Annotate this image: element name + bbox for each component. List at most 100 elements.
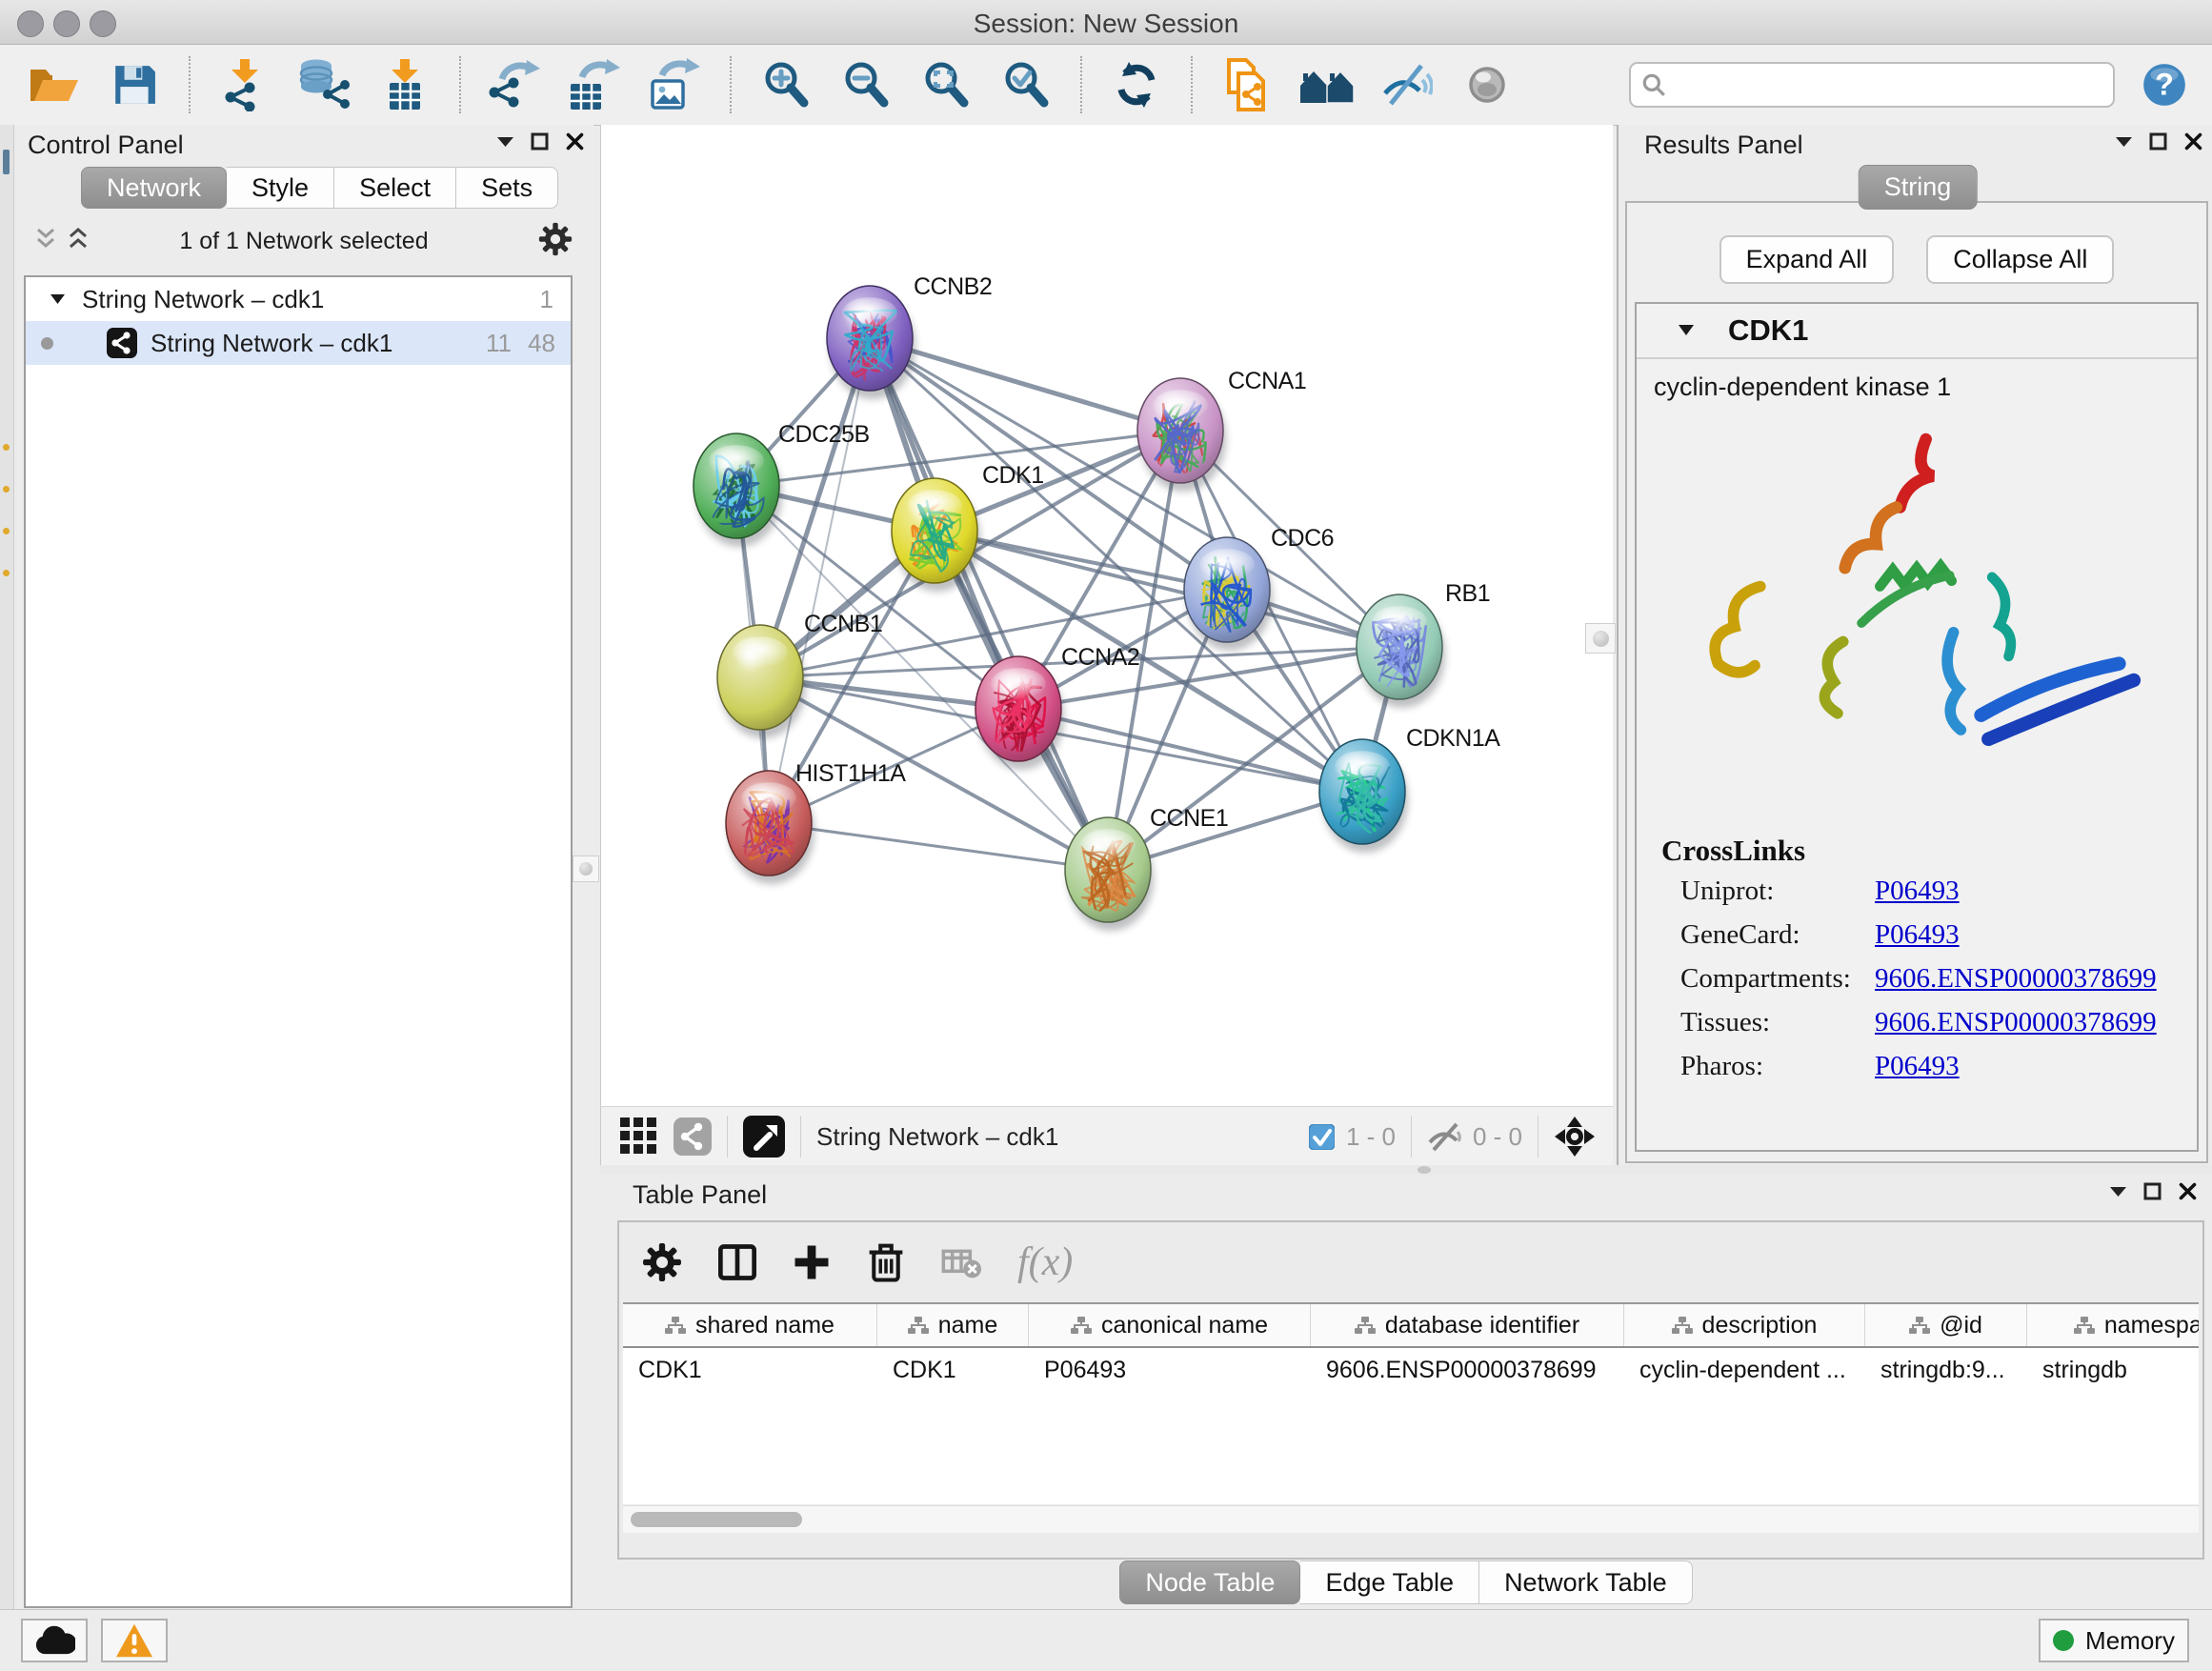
horizontal-splitter[interactable]	[600, 1165, 2212, 1175]
network-node-CCNA1[interactable]	[1137, 378, 1223, 483]
collapse-all-button[interactable]: Collapse All	[1926, 235, 2114, 284]
cloud-button[interactable]	[21, 1619, 88, 1662]
column-header-name[interactable]: name	[877, 1304, 1029, 1346]
grid-view-icon[interactable]	[620, 1117, 658, 1156]
hidden-eye-icon[interactable]	[1427, 1121, 1461, 1152]
node-section-header[interactable]: CDK1	[1637, 304, 2197, 359]
left-splitter-handle[interactable]	[573, 856, 599, 882]
panel-collapse-icon[interactable]	[497, 137, 513, 147]
network-node-CCNB1[interactable]	[717, 625, 803, 730]
network-collection-row[interactable]: String Network – cdk1 1	[26, 277, 571, 321]
cell-name[interactable]: CDK1	[877, 1357, 1029, 1384]
function-builder-icon[interactable]: f(x)	[1017, 1239, 1073, 1285]
cell-database-identifier[interactable]: 9606.ENSP00000378699	[1311, 1357, 1624, 1384]
column-header-database-identifier[interactable]: database identifier	[1311, 1304, 1624, 1346]
network-node-CDK1[interactable]	[892, 478, 977, 583]
clipboard-network-button[interactable]	[1217, 54, 1277, 115]
column-header-shared-name[interactable]: shared name	[623, 1304, 877, 1346]
table-gear-icon[interactable]	[642, 1242, 682, 1282]
home-pair-button[interactable]	[1297, 54, 1357, 115]
zoom-in-button[interactable]	[756, 54, 815, 115]
memory-button[interactable]: Memory	[2039, 1619, 2189, 1662]
tab-node-table[interactable]: Node Table	[1119, 1560, 1300, 1604]
network-graph[interactable]: CCNB2CCNA1CDC25BCDK1CDC6RB1CCNB1CCNA2CDK…	[601, 125, 1613, 1106]
panel-collapse-icon[interactable]	[2110, 1187, 2126, 1197]
panel-float-icon[interactable]	[531, 132, 549, 151]
pan-crosshair-icon[interactable]	[1554, 1116, 1596, 1158]
crosslink-link[interactable]: P06493	[1875, 876, 1960, 907]
save-session-button[interactable]	[105, 54, 164, 115]
zoom-selected-button[interactable]	[996, 54, 1056, 115]
network-node-RB1[interactable]	[1357, 594, 1442, 699]
panel-float-icon[interactable]	[2143, 1182, 2162, 1200]
cell-canonical-name[interactable]: P06493	[1029, 1357, 1311, 1384]
scrollbar-thumb[interactable]	[631, 1512, 802, 1527]
expand-all-button[interactable]: Expand All	[1719, 235, 1895, 284]
help-button[interactable]: ?	[2140, 54, 2189, 115]
network-node-CDKN1A[interactable]	[1319, 739, 1405, 844]
import-network-file-button[interactable]	[215, 54, 274, 115]
panel-collapse-icon[interactable]	[2116, 137, 2132, 147]
network-node-CCNB2[interactable]	[827, 286, 913, 391]
detail-orb-button[interactable]	[1458, 54, 1517, 115]
crosslink-link[interactable]: P06493	[1875, 1051, 1960, 1082]
table-row[interactable]: CDK1CDK1P064939606.ENSP00000378699cyclin…	[623, 1348, 2199, 1392]
zoom-out-button[interactable]	[836, 54, 895, 115]
section-collapse-icon[interactable]	[1679, 325, 1694, 335]
tab-network-table[interactable]: Network Table	[1479, 1560, 1693, 1604]
network-canvas[interactable]: CCNB2CCNA1CDC25BCDK1CDC6RB1CCNB1CCNA2CDK…	[600, 125, 1613, 1106]
right-splitter-handle[interactable]	[1585, 623, 1616, 654]
splitter-knob[interactable]	[1418, 1166, 1431, 1174]
add-column-icon[interactable]	[793, 1243, 831, 1281]
tab-network[interactable]: Network	[81, 167, 227, 209]
panel-close-icon[interactable]	[2179, 1182, 2197, 1200]
string-view-icon[interactable]	[674, 1117, 712, 1156]
tab-sets[interactable]: Sets	[456, 167, 558, 209]
birdseye-icon[interactable]	[743, 1116, 785, 1158]
gear-icon[interactable]	[538, 222, 573, 256]
zoom-fit-button[interactable]	[916, 54, 975, 115]
open-folder-icon	[28, 63, 81, 107]
panel-close-icon[interactable]	[2184, 132, 2202, 151]
tab-style[interactable]: Style	[227, 167, 334, 209]
crosslink-link[interactable]: 9606.ENSP00000378699	[1875, 1007, 2157, 1038]
toolbar-separator	[1080, 56, 1082, 113]
column-header-namespace[interactable]: namespace	[2027, 1304, 2199, 1346]
cell-description[interactable]: cyclin-dependent ...	[1624, 1357, 1865, 1384]
dock-marker[interactable]	[3, 150, 10, 174]
network-row-selected[interactable]: String Network – cdk1 11 48	[26, 321, 571, 365]
cell-namespace[interactable]: stringdb	[2027, 1357, 2199, 1384]
network-node-CCNE1[interactable]	[1065, 817, 1151, 922]
tab-edge-table[interactable]: Edge Table	[1300, 1560, 1479, 1604]
panel-close-icon[interactable]	[566, 132, 584, 151]
refresh-button[interactable]	[1107, 54, 1166, 115]
tree-expand-icon[interactable]	[50, 294, 65, 304]
import-network-database-button[interactable]	[295, 54, 354, 115]
column-header-description[interactable]: description	[1624, 1304, 1865, 1346]
delete-table-icon[interactable]	[941, 1246, 981, 1278]
column-header--id[interactable]: @id	[1865, 1304, 2027, 1346]
export-network-button[interactable]	[486, 54, 545, 115]
network-node-CDC6[interactable]	[1184, 537, 1270, 642]
panel-float-icon[interactable]	[2149, 132, 2167, 151]
export-image-button[interactable]	[646, 54, 705, 115]
delete-column-icon[interactable]	[867, 1241, 905, 1283]
network-node-CDC25B[interactable]	[694, 433, 779, 538]
show-columns-icon[interactable]	[718, 1243, 756, 1281]
table-hscrollbar[interactable]	[623, 1505, 2199, 1533]
network-node-CCNA2[interactable]	[975, 656, 1061, 761]
crosslink-link[interactable]: 9606.ENSP00000378699	[1875, 963, 2157, 995]
crosslink-link[interactable]: P06493	[1875, 919, 1960, 951]
open-session-button[interactable]	[25, 54, 84, 115]
selected-checkbox-icon[interactable]	[1309, 1124, 1335, 1150]
column-header-canonical-name[interactable]: canonical name	[1029, 1304, 1311, 1346]
warnings-button[interactable]	[101, 1619, 168, 1662]
search-input[interactable]	[1667, 70, 2103, 99]
tab-select[interactable]: Select	[334, 167, 456, 209]
tab-string[interactable]: String	[1859, 165, 1978, 210]
cell--id[interactable]: stringdb:9...	[1865, 1357, 2027, 1384]
import-table-button[interactable]	[375, 54, 434, 115]
hide-labels-button[interactable]	[1377, 54, 1437, 115]
cell-shared-name[interactable]: CDK1	[623, 1357, 877, 1384]
export-table-button[interactable]	[566, 54, 625, 115]
